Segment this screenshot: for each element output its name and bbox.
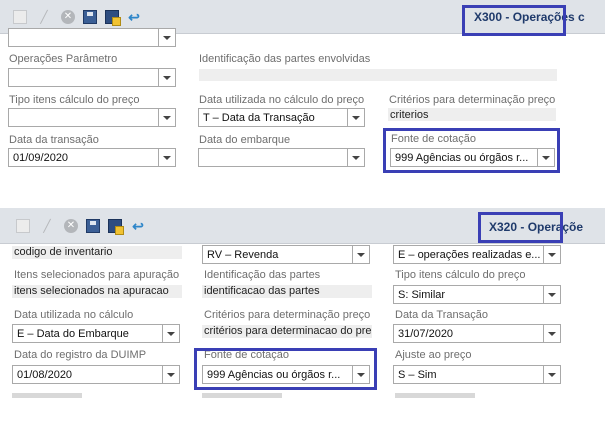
operacoes-realizadas-select[interactable]: E – operações realizadas e...: [393, 245, 561, 264]
chevron-down-icon[interactable]: [347, 109, 364, 126]
chevron-down-icon[interactable]: [347, 149, 364, 166]
fonte-cotacao-highlight-box: [383, 128, 560, 173]
undo-icon[interactable]: ↩: [127, 10, 141, 24]
tipo-itens-label: Tipo itens cálculo do preço: [9, 94, 140, 106]
x320-window: ╱ ✕ ↩ X320 - Operaçõe codigo de inventar…: [0, 208, 605, 445]
data-transacao-label: Data da Transação: [395, 309, 488, 321]
chevron-down-icon[interactable]: [158, 109, 175, 126]
data-transacao-label: Data da transação: [9, 134, 99, 146]
identificacao-value[interactable]: identificacao das partes: [204, 285, 320, 297]
ajuste-label: Ajuste ao preço: [395, 349, 472, 361]
save-icon[interactable]: [83, 10, 97, 24]
data-utilizada-select[interactable]: E – Data do Embarque: [12, 324, 180, 343]
edit-icon[interactable]: ╱: [40, 219, 54, 233]
chevron-down-icon[interactable]: [543, 325, 560, 342]
chevron-down-icon[interactable]: [158, 149, 175, 166]
data-utilizada-label: Data utilizada no cálculo: [14, 309, 134, 321]
tipo-itens-select[interactable]: S: Similar: [393, 285, 561, 304]
chevron-down-icon[interactable]: [543, 366, 560, 383]
data-embarque-select[interactable]: [198, 148, 365, 167]
chevron-down-icon[interactable]: [543, 286, 560, 303]
chevron-down-icon[interactable]: [352, 246, 369, 263]
tipo-itens-label: Tipo itens cálculo do preço: [395, 269, 526, 281]
chevron-down-icon[interactable]: [158, 29, 175, 46]
chevron-down-icon[interactable]: [543, 246, 560, 263]
ajuste-select[interactable]: S – Sim: [393, 365, 561, 384]
identificacao-field[interactable]: [199, 69, 557, 81]
criterios-value[interactable]: criterios: [390, 109, 429, 121]
edit-icon[interactable]: ╱: [37, 10, 51, 24]
data-utilizada-select[interactable]: T – Data da Transação: [198, 108, 365, 127]
cancel-icon[interactable]: ✕: [64, 219, 78, 233]
copy-icon[interactable]: [108, 219, 124, 235]
chevron-down-icon[interactable]: [162, 366, 179, 383]
data-registro-select[interactable]: 01/08/2020: [12, 365, 180, 384]
data-utilizada-label: Data utilizada no cálculo do preço: [199, 94, 365, 106]
itens-selecionados-value[interactable]: itens selecionados na apuracao: [14, 285, 169, 297]
data-transacao-select[interactable]: 01/09/2020: [8, 148, 176, 167]
criterios-value[interactable]: critérios para determinacao do preço: [204, 325, 372, 337]
chevron-down-icon[interactable]: [162, 325, 179, 342]
top-dropdown[interactable]: [8, 28, 176, 47]
data-transacao-select[interactable]: 31/07/2020: [393, 324, 561, 343]
itens-selecionados-label: Itens selecionados para apuração: [14, 269, 180, 281]
codigo-inventario-value[interactable]: codigo de inventario: [14, 246, 112, 258]
criterios-label: Critérios para determinação preço: [389, 94, 556, 106]
undo-icon[interactable]: ↩: [131, 219, 145, 233]
rv-select[interactable]: RV – Revenda: [202, 245, 370, 264]
title-highlight-box: [462, 5, 566, 36]
fonte-cotacao-highlight-box: [194, 348, 377, 390]
cancel-icon[interactable]: ✕: [61, 10, 75, 24]
operacoes-parametro-label: Operações Parâmetro: [9, 53, 118, 65]
identificacao-label: Identificação das partes: [204, 269, 321, 281]
identificacao-label: Identificação das partes envolvidas: [199, 53, 371, 65]
save-icon[interactable]: [86, 219, 100, 233]
data-embarque-label: Data do embarque: [199, 134, 291, 146]
new-document-icon[interactable]: [13, 10, 27, 24]
criterios-label: Critérios para determinação preço: [204, 309, 371, 321]
chevron-down-icon[interactable]: [158, 69, 175, 86]
tipo-itens-select[interactable]: [8, 108, 176, 127]
operacoes-parametro-select[interactable]: [8, 68, 176, 87]
copy-icon[interactable]: [105, 10, 121, 26]
data-registro-label: Data do registro da DUIMP: [14, 349, 147, 361]
title-highlight-box: [478, 212, 563, 243]
new-document-icon[interactable]: [16, 219, 30, 233]
